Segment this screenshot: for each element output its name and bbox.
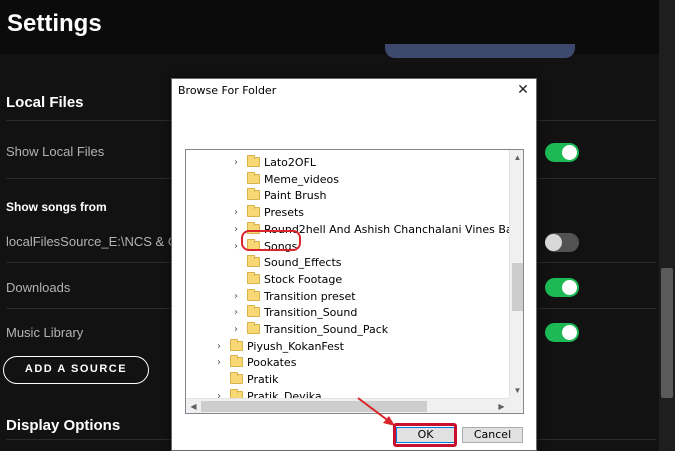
show-local-files-label: Show Local Files (6, 144, 105, 159)
folder-icon (247, 305, 260, 318)
folder-icon (247, 322, 260, 334)
chevron-right-icon[interactable]: › (234, 321, 244, 338)
tree-item-label: Sound_Effects (264, 256, 342, 270)
display-options-heading: Display Options (6, 417, 121, 434)
chevron-right-icon[interactable]: › (234, 288, 244, 305)
red-arrow-icon (357, 397, 395, 426)
scroll-down-icon[interactable]: ▼ (510, 383, 523, 398)
top-button-partial[interactable] (385, 44, 575, 58)
source-label-ncs: localFilesSource_E:\NCS & Ot (6, 234, 182, 249)
folder-icon (247, 288, 260, 301)
scroll-up-icon[interactable]: ▲ (510, 150, 523, 165)
folder-icon (247, 205, 260, 218)
tree-item-label: Lato2OFL (264, 156, 317, 169)
folder-icon (247, 271, 260, 284)
folder-icon (230, 372, 243, 385)
scroll-right-icon[interactable]: ▶ (494, 399, 509, 413)
scroll-corner (509, 398, 523, 413)
scroll-left-icon[interactable]: ◀ (186, 399, 201, 413)
folder-icon (247, 188, 260, 201)
tree-item-label: Stock Footage (264, 272, 343, 286)
tree-item-label: Meme_videos (264, 172, 340, 186)
chevron-right-icon[interactable]: › (234, 204, 244, 221)
tree-item-label: Transition_Sound (264, 306, 358, 320)
chevron-right-icon[interactable]: › (234, 304, 244, 321)
show-local-files-toggle[interactable] (545, 143, 579, 162)
show-songs-from-heading: Show songs from (6, 200, 107, 214)
toggle-knob (562, 280, 577, 295)
close-icon[interactable]: ✕ (512, 80, 534, 100)
ok-highlight-box (393, 423, 457, 447)
tree-item-label: Transition preset (264, 289, 356, 303)
folder-icon (247, 171, 260, 184)
chevron-right-icon[interactable]: › (217, 338, 227, 355)
browse-folder-dialog: Browse For Folder ✕ › Lato2OFL Meme_videos… (171, 78, 537, 451)
tree-item-label: Transition_Sound_Pack (264, 323, 389, 336)
dialog-titlebar[interactable]: Browse For Folder ✕ (172, 79, 536, 103)
source-toggle-downloads[interactable] (545, 278, 579, 297)
cancel-button[interactable]: Cancel (462, 427, 523, 443)
tree-item-label: Presets (264, 206, 305, 220)
folder-icon (247, 255, 260, 268)
add-source-button[interactable]: ADD A SOURCE (3, 356, 149, 384)
page-title: Settings (7, 10, 102, 37)
folder-icon (230, 355, 243, 368)
tree-item-label: Round2hell And Ashish Chanchalani Vines … (264, 222, 523, 236)
chevron-right-icon[interactable]: › (234, 154, 244, 171)
toggle-knob (545, 234, 562, 251)
toggle-knob (562, 145, 577, 160)
page-scrollbar[interactable] (659, 0, 675, 451)
tree-item-label: Pookates (247, 356, 297, 370)
folder-icon (230, 338, 243, 351)
tree-item-label: Pratik (247, 373, 279, 387)
source-toggle-music-library[interactable] (545, 323, 579, 342)
source-label-downloads: Downloads (6, 280, 71, 295)
toggle-knob (562, 325, 577, 340)
source-toggle-ncs[interactable] (545, 233, 579, 252)
page-scrollbar-thumb[interactable] (661, 268, 673, 398)
dialog-title: Browse For Folder (178, 84, 277, 97)
tree-horizontal-scrollbar[interactable]: ◀ ▶ (186, 398, 509, 413)
source-label-music-library: Music Library (6, 325, 84, 340)
local-files-heading: Local Files (6, 94, 84, 111)
tree-vscroll-thumb[interactable] (512, 263, 523, 311)
tree-item-label: Piyush_KokanFest (247, 339, 344, 353)
songs-highlight-ring (241, 230, 301, 251)
chevron-right-icon[interactable]: › (217, 354, 227, 371)
tree-vertical-scrollbar[interactable]: ▲ ▼ (509, 150, 523, 398)
tree-item-label: Paint Brush (264, 189, 327, 203)
folder-icon (247, 155, 260, 167)
folder-tree[interactable]: › Lato2OFL Meme_videos Paint Brush › Presets ›… (185, 149, 524, 414)
